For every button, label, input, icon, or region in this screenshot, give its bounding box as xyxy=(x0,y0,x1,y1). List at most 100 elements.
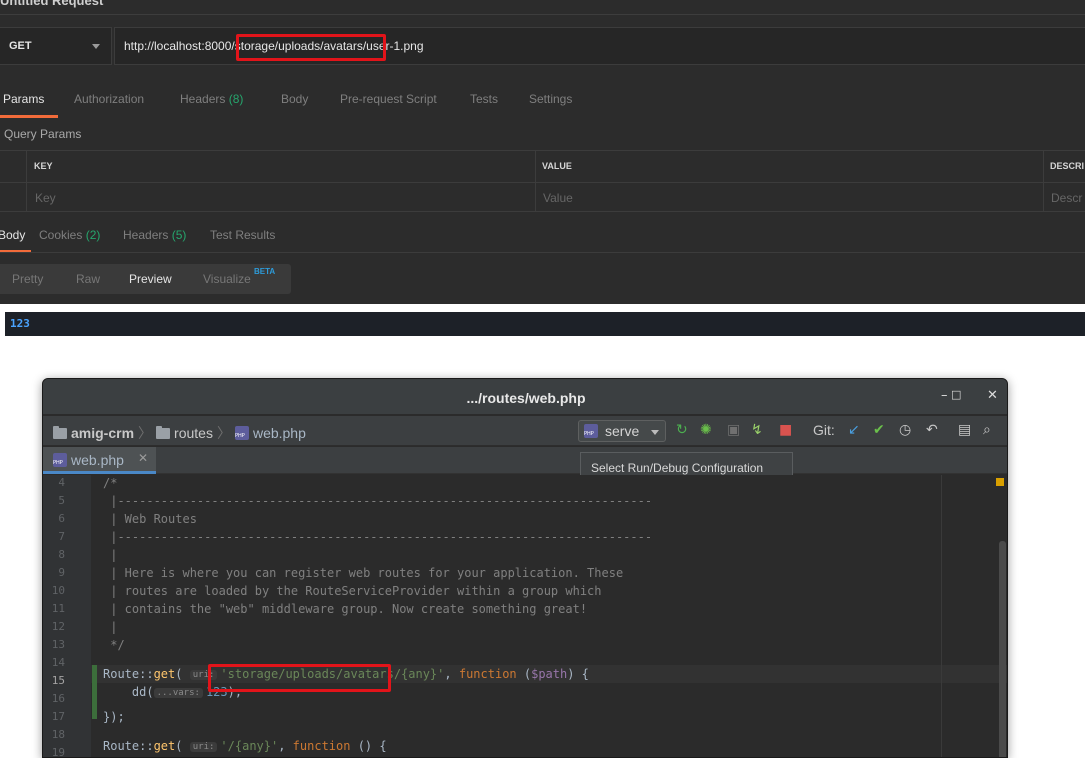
key-input[interactable]: Key xyxy=(35,191,56,205)
line-number: 13 xyxy=(51,638,65,651)
rerun-icon[interactable]: ↻ xyxy=(676,422,688,438)
close-button[interactable]: ✕ xyxy=(987,388,998,403)
navigation-bar: amig-crm〉routes〉web.php serve ↻ ✺ ▣ ↯ ■ … xyxy=(43,416,1007,446)
column-header-description: DESCRI xyxy=(1050,161,1085,171)
method-select[interactable]: GET xyxy=(0,27,112,65)
ide-window: .../routes/web.php – □ ✕ amig-crm 〉 routes… xyxy=(42,378,1008,758)
code-line: | xyxy=(103,620,118,634)
view-mode-selector: Pretty Raw Preview Visualize BETA xyxy=(0,264,291,294)
tab-pre-request-script[interactable]: Pre-request Script xyxy=(340,92,437,106)
code-line: | Here is where you can register web rou… xyxy=(103,566,624,580)
line-number: 16 xyxy=(51,692,65,705)
revert-icon[interactable]: ↶ xyxy=(926,422,938,438)
method-label: GET xyxy=(9,40,32,52)
view-raw[interactable]: Raw xyxy=(76,272,100,286)
warning-indicator-icon[interactable] xyxy=(996,478,1004,486)
stop-icon[interactable]: ■ xyxy=(779,422,792,438)
git-update-icon[interactable]: ↙ xyxy=(848,422,860,438)
description-input[interactable]: Descr xyxy=(1051,191,1082,205)
chevron-right-icon: 〉 xyxy=(138,425,153,441)
param-hint: uri: xyxy=(189,742,218,752)
php-file-icon xyxy=(234,426,249,440)
breadcrumb-project[interactable]: amig-crm xyxy=(71,425,134,441)
tab-response-body[interactable]: Body xyxy=(0,228,25,242)
tab-web-php[interactable]: web.php ✕ xyxy=(43,447,156,474)
profile-icon[interactable]: ↯ xyxy=(751,422,763,438)
view-preview[interactable]: Preview xyxy=(129,272,172,286)
editor-tab-bar: web.php ✕ xyxy=(43,447,1007,474)
code-line: */ xyxy=(103,638,125,652)
code-line: | Web Routes xyxy=(103,512,197,526)
ide-titlebar: .../routes/web.php – □ ✕ xyxy=(43,379,1007,415)
tab-cookies[interactable]: Cookies (2) xyxy=(39,228,100,242)
tab-label: web.php xyxy=(71,452,124,468)
postman-panel: Untitled Request GET http://localhost:80… xyxy=(0,0,1085,304)
line-number: 8 xyxy=(58,548,65,561)
line-number: 9 xyxy=(58,566,65,579)
request-title: Untitled Request xyxy=(0,0,104,8)
line-number: 19 xyxy=(51,746,65,758)
tab-params[interactable]: Params xyxy=(3,92,44,106)
debug-icon[interactable]: ✺ xyxy=(700,422,712,438)
column-header-value: VALUE xyxy=(542,161,572,171)
code-line-19: Route::get( uri: '/{any}', function () { xyxy=(103,739,387,753)
view-visualize[interactable]: Visualize xyxy=(203,272,251,286)
git-commit-icon[interactable]: ✔ xyxy=(873,422,885,438)
history-icon[interactable]: ◷ xyxy=(899,422,911,438)
line-number: 11 xyxy=(51,602,65,615)
tab-headers[interactable]: Headers (8) xyxy=(180,92,243,106)
line-number: 17 xyxy=(51,710,65,723)
highlight-box-url xyxy=(236,34,386,61)
run-config-label: serve xyxy=(605,423,640,439)
chevron-down-icon xyxy=(92,44,100,49)
active-tab-underline xyxy=(0,115,58,118)
line-number: 18 xyxy=(51,728,65,741)
minimize-button[interactable]: – xyxy=(941,388,948,403)
highlight-box-route xyxy=(208,664,391,692)
tab-tests[interactable]: Tests xyxy=(470,92,498,106)
query-params-label: Query Params xyxy=(4,127,82,141)
maximize-button[interactable]: □ xyxy=(951,388,961,401)
php-file-icon xyxy=(53,453,67,467)
preview-output: 123 xyxy=(5,312,1085,336)
divider xyxy=(0,252,1085,253)
code-line: | routes are loaded by the RouteServiceP… xyxy=(103,584,602,598)
code-line: |---------------------------------------… xyxy=(103,530,653,544)
view-pretty[interactable]: Pretty xyxy=(12,272,43,286)
terminal-icon[interactable]: ▤ xyxy=(958,422,971,438)
code-editor[interactable]: 4 /* 5 |----------------------------------… xyxy=(43,475,1007,758)
preview-text: 123 xyxy=(10,317,30,330)
code-line: | xyxy=(103,548,118,562)
line-number: 4 xyxy=(58,476,65,489)
run-config-select[interactable]: serve xyxy=(578,420,666,442)
tab-body[interactable]: Body xyxy=(281,92,308,106)
line-number: 5 xyxy=(58,494,65,507)
code-line: /* xyxy=(103,476,118,490)
line-number: 14 xyxy=(51,656,65,669)
code-line: |---------------------------------------… xyxy=(103,494,653,508)
beta-badge: BETA xyxy=(254,267,276,276)
breadcrumb-folder[interactable]: routes xyxy=(174,425,213,441)
line-number: 15 xyxy=(51,674,65,687)
value-input[interactable]: Value xyxy=(543,191,573,205)
tab-response-headers[interactable]: Headers (5) xyxy=(123,228,186,242)
close-tab-icon[interactable]: ✕ xyxy=(138,451,148,465)
vcs-change-marker xyxy=(92,665,97,719)
line-number: 10 xyxy=(51,584,65,597)
vertical-scrollbar[interactable] xyxy=(999,541,1006,757)
chevron-down-icon xyxy=(651,430,659,435)
git-label: Git: xyxy=(813,422,835,438)
coverage-icon[interactable]: ▣ xyxy=(727,422,740,438)
folder-icon xyxy=(156,426,171,439)
chevron-right-icon: 〉 xyxy=(216,425,231,441)
params-table: KEY VALUE DESCRI Key Value Descr xyxy=(0,150,1085,212)
tab-authorization[interactable]: Authorization xyxy=(74,92,144,106)
tab-settings[interactable]: Settings xyxy=(529,92,572,106)
code-line: | contains the "web" middleware group. N… xyxy=(103,602,588,616)
tab-test-results[interactable]: Test Results xyxy=(210,228,275,242)
breadcrumb-file[interactable]: web.php xyxy=(253,425,306,441)
search-icon[interactable]: ⌕ xyxy=(983,422,991,438)
php-file-icon xyxy=(584,424,598,438)
tooltip-text: Select Run/Debug Configuration xyxy=(591,461,764,475)
folder-icon xyxy=(53,426,67,439)
